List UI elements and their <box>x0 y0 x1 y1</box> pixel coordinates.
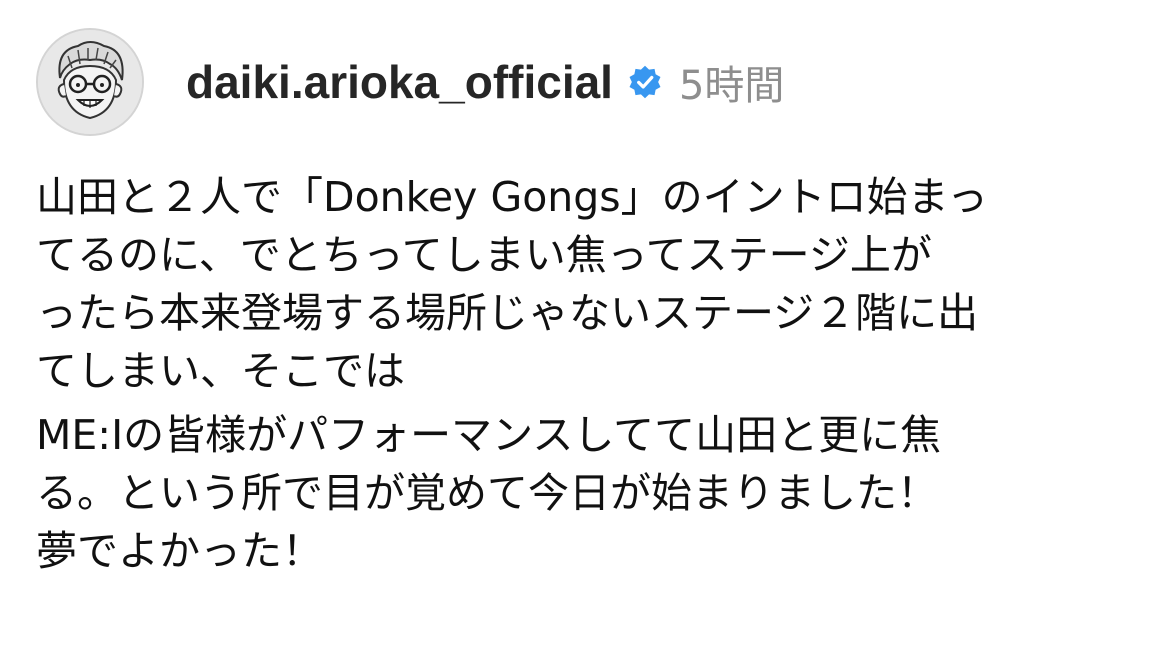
caption-line: る。という所で目が覚めて今日が始まりました！ <box>36 469 938 517</box>
username-link[interactable]: daiki.arioka_official <box>186 55 613 109</box>
caption-paragraph-1: 山田と２人で「Donkey Gongs」のイントロ始まっ てるのに、でとちってし… <box>36 168 1146 400</box>
caricature-avatar-icon[interactable] <box>36 28 144 136</box>
caption-line: 山田と２人で「Donkey Gongs」のイントロ始まっ <box>36 173 989 221</box>
caption-line: てるのに、でとちってしまい焦ってステージ上が <box>36 231 932 279</box>
caption-line: ME:Iの皆様がパフォーマンスしてて山田と更に焦 <box>36 411 942 459</box>
caption-paragraph-2: ME:Iの皆様がパフォーマンスしてて山田と更に焦 る。という所で目が覚めて今日が… <box>36 406 1146 580</box>
caption-line: てしまい、そこでは <box>36 347 405 395</box>
caption-line: ったら本来登場する場所じゃないステージ２階に出 <box>36 289 979 337</box>
verified-badge-icon <box>627 64 663 100</box>
caption-line: 夢でよかった！ <box>36 527 323 575</box>
post-caption: 山田と２人で「Donkey Gongs」のイントロ始まっ てるのに、でとちってし… <box>36 168 1146 580</box>
post-header: daiki.arioka_official 5時間 <box>36 28 785 136</box>
post-timestamp: 5時間 <box>678 63 785 109</box>
